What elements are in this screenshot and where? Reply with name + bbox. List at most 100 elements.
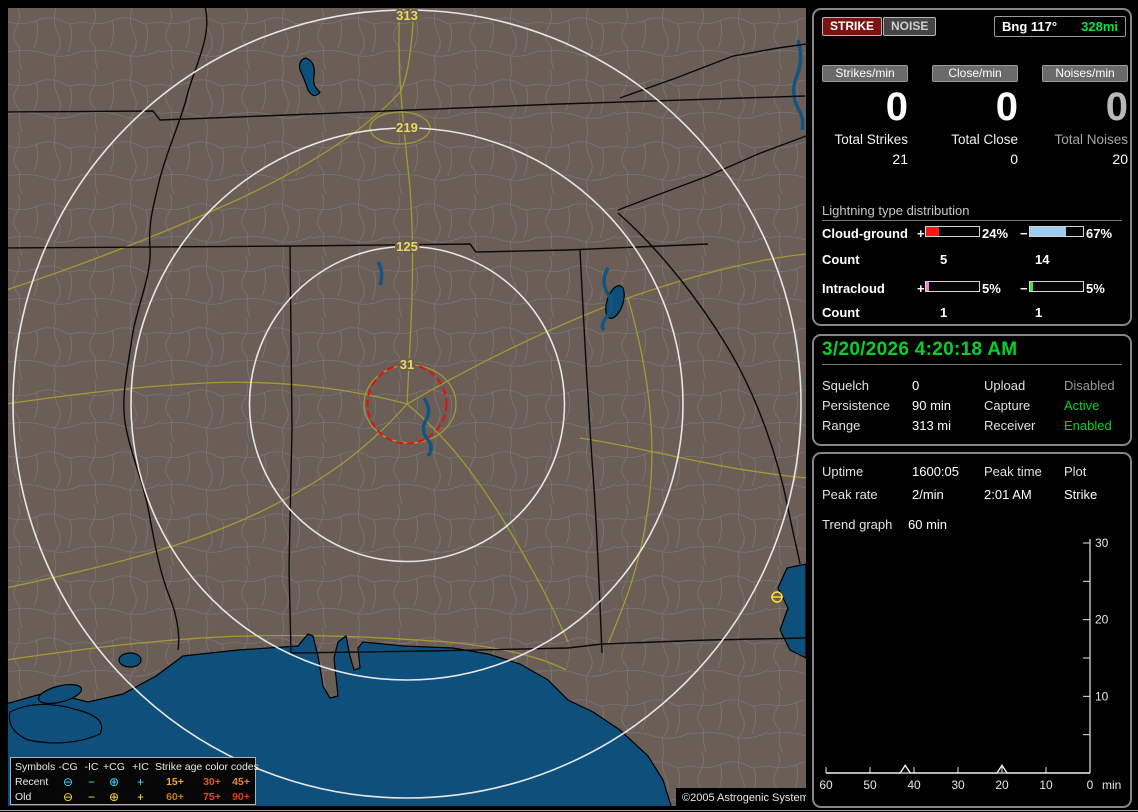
svg-text:0: 0 bbox=[1087, 778, 1094, 792]
peak-rate-label: Peak rate bbox=[822, 487, 878, 502]
ring-label-31: 31 bbox=[400, 357, 414, 372]
noises-counter-column: Noises/min 0 Total Noises 20 bbox=[1042, 65, 1128, 167]
neg-ic-count: 1 bbox=[1035, 305, 1043, 320]
age-60: 60+ bbox=[166, 790, 184, 803]
neg-cg-percent: 67% bbox=[1086, 226, 1113, 241]
svg-text:60: 60 bbox=[819, 778, 833, 792]
neg-ic-bar-fill bbox=[1030, 282, 1034, 291]
pos-cg-recent-icon: ⊕ bbox=[108, 774, 120, 789]
close-counter-column: Close/min 0 Total Close 0 bbox=[932, 65, 1018, 167]
bearing-range: 328mi bbox=[1081, 19, 1118, 34]
plot-value: Strike bbox=[1064, 487, 1098, 502]
pos-cg-bar-fill bbox=[926, 227, 939, 236]
counters-panel: STRIKE NOISE Bng 117° 328mi Strikes/min … bbox=[812, 8, 1132, 326]
bearing-display: Bng 117° 328mi bbox=[994, 16, 1126, 37]
persistence-value: 90 min bbox=[912, 398, 952, 413]
close-per-min-button[interactable]: Close/min bbox=[932, 65, 1018, 82]
squelch-label: Squelch bbox=[822, 378, 869, 393]
squelch-value: 0 bbox=[912, 378, 920, 393]
trend-graph-label: Trend graph bbox=[822, 517, 893, 532]
neg-ic-old-icon: − bbox=[87, 789, 95, 804]
count-label: Count bbox=[822, 305, 860, 320]
pos-ic-recent-icon: + bbox=[136, 774, 144, 789]
pos-cg-old-icon: ⊕ bbox=[108, 789, 120, 804]
strikes-per-min-button[interactable]: Strikes/min bbox=[822, 65, 908, 82]
svg-text:30: 30 bbox=[1095, 536, 1109, 550]
neg-cg-old-icon: ⊖ bbox=[62, 789, 74, 804]
datetime-display: 3/20/2026 4:20:18 AM bbox=[822, 339, 1018, 360]
minus-sign: − bbox=[1020, 281, 1028, 296]
trend-graph: 10 20 30 60 50 40 30 20 10 0 min bbox=[819, 536, 1121, 792]
total-strikes-label: Total Strikes bbox=[834, 132, 908, 147]
neg-ic-recent-icon: − bbox=[87, 774, 95, 789]
capture-label: Capture bbox=[984, 398, 1031, 413]
neg-ic-bar bbox=[1029, 281, 1084, 292]
ring-label-219: 219 bbox=[396, 120, 418, 135]
receiver-status: Enabled bbox=[1064, 418, 1112, 433]
age-75: 75+ bbox=[203, 790, 221, 803]
datetime-divider bbox=[822, 364, 1122, 365]
total-strikes-value: 21 bbox=[892, 151, 908, 167]
trend-graph-window: 60 min bbox=[908, 517, 948, 532]
noises-per-min-button[interactable]: Noises/min bbox=[1042, 65, 1128, 82]
legend-col-pos-cg: +CG bbox=[103, 760, 125, 773]
status-row: Persistence 90 min Capture Active bbox=[814, 398, 1130, 413]
svg-text:20: 20 bbox=[995, 778, 1009, 792]
minus-sign: − bbox=[1020, 226, 1028, 241]
noise-button[interactable]: NOISE bbox=[883, 17, 937, 36]
persistence-label: Persistence bbox=[822, 398, 890, 413]
stats-row: Peak rate 2/min 2:01 AM Strike bbox=[814, 487, 1130, 502]
map-canvas[interactable]: 313 219 125 31 ©2005 Astrogenic Systems bbox=[8, 8, 806, 806]
total-noises-value: 20 bbox=[1112, 151, 1128, 167]
pos-cg-bar bbox=[925, 226, 980, 237]
pos-cg-percent: 24% bbox=[982, 226, 1009, 241]
pos-ic-bar-fill bbox=[926, 282, 930, 291]
receiver-label: Receiver bbox=[984, 418, 1036, 433]
count-label: Count bbox=[822, 252, 860, 267]
plus-sign: + bbox=[917, 226, 925, 241]
total-close-label: Total Close bbox=[951, 132, 1018, 147]
peak-time-label: Peak time bbox=[984, 464, 1042, 479]
neg-ic-percent: 5% bbox=[1086, 281, 1105, 296]
uptime-value: 1600:05 bbox=[912, 464, 959, 479]
cloud-ground-label: Cloud-ground bbox=[822, 226, 908, 241]
map-legend: Symbols -CG -IC +CG +IC Strike age color… bbox=[10, 757, 259, 805]
age-45: 45+ bbox=[232, 775, 250, 788]
strike-button[interactable]: STRIKE bbox=[822, 17, 883, 36]
range-value: 313 mi bbox=[912, 418, 952, 433]
pos-ic-old-icon: + bbox=[136, 789, 144, 804]
map-copyright: ©2005 Astrogenic Systems bbox=[676, 788, 806, 806]
ring-label-313: 313 bbox=[396, 8, 418, 23]
svg-text:30: 30 bbox=[951, 778, 965, 792]
age-15: 15+ bbox=[166, 775, 184, 788]
age-30: 30+ bbox=[203, 775, 221, 788]
distribution-divider bbox=[822, 220, 1122, 221]
ring-label-125: 125 bbox=[396, 239, 418, 254]
svg-text:10: 10 bbox=[1095, 689, 1109, 703]
legend-symbols-title: Symbols bbox=[15, 760, 56, 773]
noises-per-min-value: 0 bbox=[1105, 85, 1128, 129]
window-bottom-border bbox=[0, 810, 1138, 811]
pos-ic-count: 1 bbox=[940, 305, 948, 320]
stats-row: Uptime 1600:05 Peak time Plot bbox=[814, 464, 1130, 479]
status-row: Squelch 0 Upload Disabled bbox=[814, 378, 1130, 393]
peak-time-value: 2:01 AM bbox=[984, 487, 1032, 502]
legend-age-title: Strike age color codes bbox=[155, 760, 259, 773]
svg-text:50: 50 bbox=[863, 778, 877, 792]
legend-col-neg-cg: -CG bbox=[58, 760, 78, 773]
legend-row-recent-label: Recent bbox=[15, 775, 49, 788]
svg-text:20: 20 bbox=[1095, 613, 1109, 627]
app-window: 313 219 125 31 ©2005 Astrogenic Systems … bbox=[0, 0, 1138, 812]
peak-rate-value: 2/min bbox=[912, 487, 944, 502]
total-close-value: 0 bbox=[1010, 151, 1018, 167]
intracloud-label: Intracloud bbox=[822, 281, 885, 296]
cloud-ground-row: Cloud-ground + 24% − 67% bbox=[822, 226, 1124, 242]
distribution-heading: Lightning type distribution bbox=[822, 203, 970, 218]
age-90: 90+ bbox=[232, 790, 250, 803]
svg-text:min: min bbox=[1102, 778, 1121, 792]
capture-status: Active bbox=[1064, 398, 1100, 413]
legend-col-pos-ic: +IC bbox=[132, 760, 149, 773]
pos-ic-percent: 5% bbox=[982, 281, 1001, 296]
neg-cg-bar-fill bbox=[1030, 227, 1066, 236]
plus-sign: + bbox=[917, 281, 925, 296]
